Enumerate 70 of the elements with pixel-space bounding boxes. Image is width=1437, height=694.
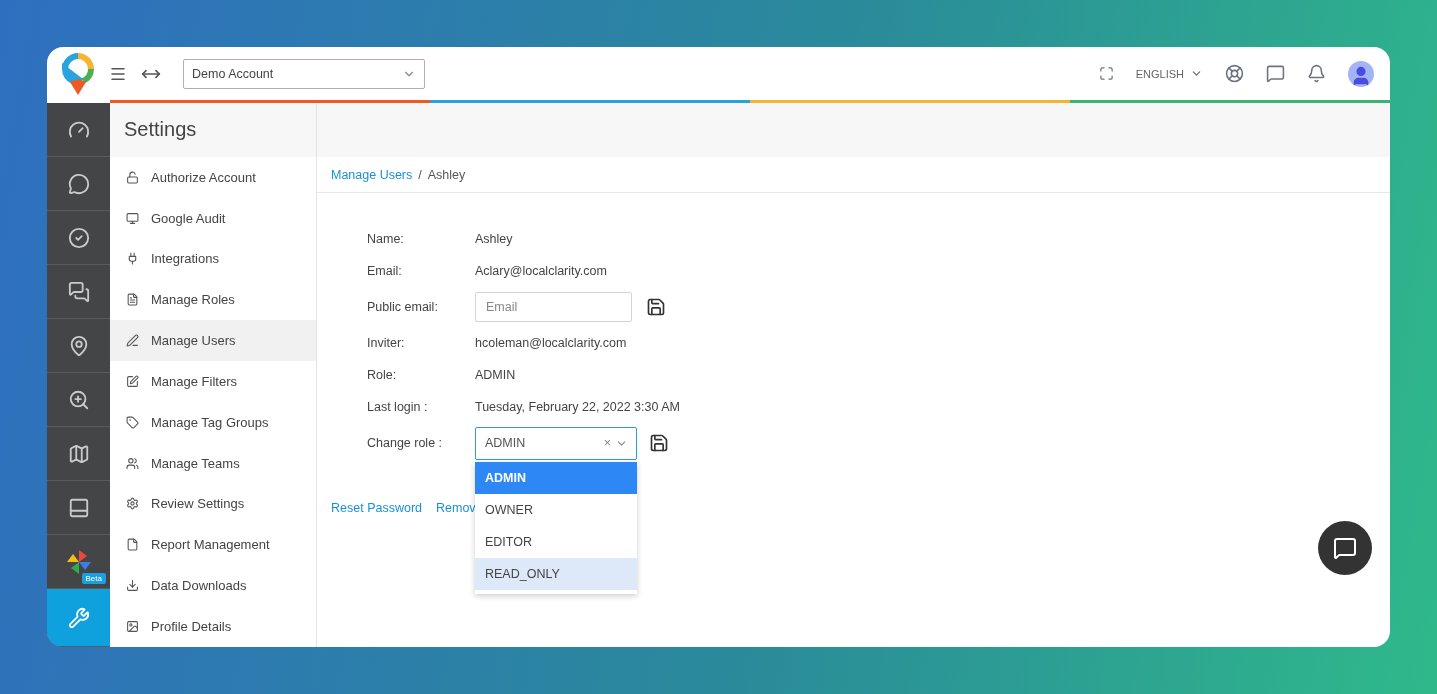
field-value: Tuesday, February 22, 2022 3:30 AM (475, 400, 680, 414)
plug-icon (126, 252, 139, 266)
download-icon (126, 579, 139, 593)
document-icon (126, 293, 139, 307)
chat-launcher-button[interactable] (1318, 521, 1372, 575)
fullscreen-icon[interactable] (1098, 66, 1114, 81)
field-value: ADMIN (475, 368, 516, 382)
pen-icon (126, 334, 139, 348)
field-label: Last login : (367, 400, 429, 414)
users-icon (126, 456, 139, 470)
breadcrumb-separator: / (418, 167, 422, 182)
field-value: hcoleman@localclarity.com (475, 336, 627, 350)
language-select[interactable]: ENGLISH (1135, 67, 1203, 80)
settings-menu-item[interactable]: Report Management (110, 524, 316, 566)
avatar[interactable] (1348, 60, 1374, 87)
chat-icon (1333, 536, 1357, 560)
check-circle-icon (67, 226, 90, 249)
field-value: Ashley (475, 232, 513, 246)
field-value: Aclary@localclarity.com (475, 264, 607, 278)
settings-menu-item[interactable]: Manage Teams (110, 442, 316, 484)
settings-menu-item[interactable]: Profile Details (110, 606, 316, 647)
notification-icon[interactable] (1307, 64, 1326, 83)
settings-menu-item[interactable]: Manage Users (110, 320, 316, 361)
gear-icon (126, 497, 139, 511)
zoom-in-icon (67, 388, 90, 411)
file-icon (126, 538, 139, 552)
breadcrumb-current: Ashley (427, 167, 466, 182)
image-icon (126, 620, 139, 633)
field-label: Change role : (367, 436, 444, 450)
chat-bubbles-icon (67, 280, 90, 303)
role-option[interactable]: EDITOR (475, 525, 637, 558)
settings-menu-item[interactable]: Review Settings (110, 483, 316, 525)
map-icon (67, 442, 90, 465)
settings-title: Settings (110, 103, 316, 157)
settings-menu-item[interactable]: Manage Tag Groups (110, 401, 316, 443)
monitor-icon (126, 211, 139, 225)
public-email-field[interactable]: Email (475, 292, 632, 322)
field-label: Inviter: (367, 336, 406, 350)
action-link[interactable]: Reset Password (331, 501, 422, 515)
panel-icon (67, 496, 90, 519)
tag-icon (126, 415, 139, 429)
role-option[interactable]: ADMIN (475, 461, 637, 494)
lifebuoy-icon[interactable] (1225, 64, 1244, 83)
wrench-icon (67, 606, 90, 629)
field-label: Email: (367, 264, 403, 278)
settings-menu-item[interactable]: Authorize Account (110, 156, 316, 198)
speech-bubble-icon (67, 172, 90, 195)
settings-menu-item[interactable]: Data Downloads (110, 565, 316, 607)
role-option[interactable]: OWNER (475, 493, 637, 526)
edit-icon (126, 374, 139, 388)
chat-icon[interactable] (1266, 64, 1285, 83)
settings-menu-item[interactable]: Manage Filters (110, 361, 316, 402)
save-icon[interactable] (649, 433, 669, 453)
settings-menu-item[interactable]: Manage Roles (110, 279, 316, 321)
role-option[interactable]: READ_ONLY (475, 557, 637, 590)
nav-rail-item[interactable] (47, 589, 110, 647)
beta-badge: Beta (81, 573, 106, 584)
lock-icon (126, 170, 139, 184)
settings-menu-item[interactable]: Integrations (110, 238, 316, 280)
field-label: Name: (367, 232, 405, 246)
logo-icon (61, 51, 95, 96)
clear-icon[interactable]: × (603, 436, 611, 450)
breadcrumb-link[interactable]: Manage Users (331, 167, 413, 182)
pinwheel-icon (65, 548, 92, 575)
save-icon[interactable] (646, 297, 666, 317)
settings-menu-item[interactable]: Google Audit (110, 197, 316, 239)
field-label: Role: (367, 368, 398, 382)
field-label: Public email: (367, 300, 439, 314)
action-link[interactable]: Remov (436, 501, 476, 515)
account-select[interactable]: Demo Account (183, 58, 425, 89)
